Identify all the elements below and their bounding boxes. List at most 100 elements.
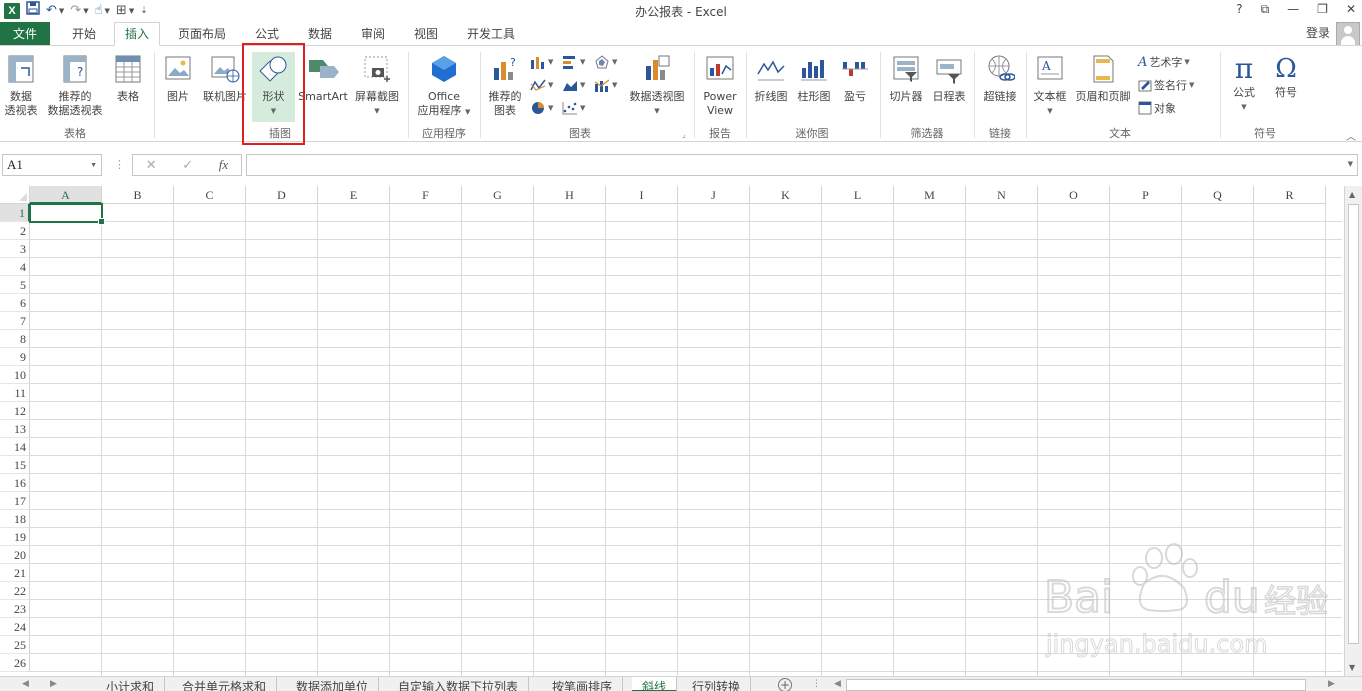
- horizontal-scrollbar[interactable]: ◀ ▶: [832, 679, 1342, 691]
- column-header-l[interactable]: L: [822, 186, 894, 204]
- scatter-chart-menu[interactable]: ▼: [562, 101, 585, 115]
- row-header-23[interactable]: 23: [0, 600, 30, 618]
- picture-button[interactable]: 图片: [160, 54, 196, 104]
- charts-dialog-launcher-icon[interactable]: ⌟: [682, 130, 686, 139]
- minimize-icon[interactable]: —: [1287, 2, 1299, 17]
- tab-insert[interactable]: 插入: [114, 22, 160, 46]
- scroll-down-icon[interactable]: ▼: [1349, 663, 1355, 672]
- recommended-charts-button[interactable]: ? 推荐的 图表: [484, 54, 526, 118]
- power-view-button[interactable]: Power View: [698, 54, 742, 118]
- row-header-12[interactable]: 12: [0, 402, 30, 420]
- column-header-j[interactable]: J: [678, 186, 750, 204]
- row-header-26[interactable]: 26: [0, 654, 30, 672]
- column-header-h[interactable]: H: [534, 186, 606, 204]
- object-button[interactable]: 对象: [1138, 100, 1176, 116]
- line-chart-menu[interactable]: ▼: [530, 78, 553, 92]
- column-header-e[interactable]: E: [318, 186, 390, 204]
- tab-developer[interactable]: 开发工具: [458, 22, 524, 46]
- symbol-button[interactable]: Ω 符号: [1266, 54, 1306, 100]
- row-header-24[interactable]: 24: [0, 618, 30, 636]
- equation-button[interactable]: π 公式 ▼: [1224, 54, 1264, 114]
- row-header-22[interactable]: 22: [0, 582, 30, 600]
- horizontal-scroll-thumb[interactable]: [846, 679, 1306, 691]
- row-header-4[interactable]: 4: [0, 258, 30, 276]
- column-chart-menu[interactable]: ▼: [530, 55, 553, 69]
- sheet-tab[interactable]: 数据添加单位: [286, 677, 380, 691]
- expand-formula-bar-icon[interactable]: ▼: [1348, 160, 1353, 168]
- sparkline-column-button[interactable]: 柱形图: [794, 54, 834, 104]
- tab-home[interactable]: 开始: [60, 22, 108, 46]
- row-header-2[interactable]: 2: [0, 222, 30, 240]
- row-header-5[interactable]: 5: [0, 276, 30, 294]
- row-header-13[interactable]: 13: [0, 420, 30, 438]
- sheet-tab[interactable]: 行列转换: [682, 677, 752, 691]
- select-all-button[interactable]: [0, 186, 30, 204]
- tab-split-grip-icon[interactable]: ⋮: [812, 679, 821, 689]
- scroll-right-icon[interactable]: ▶: [1328, 679, 1335, 689]
- active-cell-a1[interactable]: [29, 203, 105, 225]
- sparkline-line-button[interactable]: 折线图: [750, 54, 792, 104]
- tab-review[interactable]: 审阅: [350, 22, 396, 46]
- radar-chart-menu[interactable]: ▼: [594, 55, 617, 69]
- column-header-d[interactable]: D: [246, 186, 318, 204]
- row-header-14[interactable]: 14: [0, 438, 30, 456]
- bar-chart-menu[interactable]: ▼: [562, 55, 585, 69]
- header-footer-button[interactable]: 页眉和页脚: [1072, 54, 1134, 104]
- pie-chart-menu[interactable]: ▼: [530, 101, 553, 115]
- recommended-pivot-button[interactable]: ? 推荐的 数据透视表: [42, 54, 108, 118]
- sparkline-winloss-button[interactable]: 盈亏: [838, 54, 872, 104]
- area-chart-menu[interactable]: ▼: [562, 78, 585, 92]
- column-header-f[interactable]: F: [390, 186, 462, 204]
- row-header-16[interactable]: 16: [0, 474, 30, 492]
- sheet-next-icon[interactable]: ▶: [50, 679, 57, 689]
- column-header-m[interactable]: M: [894, 186, 966, 204]
- hyperlink-button[interactable]: 超链接: [978, 54, 1022, 104]
- ribbon-display-options-icon[interactable]: ⧉: [1261, 2, 1270, 17]
- row-header-17[interactable]: 17: [0, 492, 30, 510]
- formula-input[interactable]: ▼: [246, 154, 1358, 176]
- table-button[interactable]: 表格: [110, 54, 146, 104]
- office-apps-button[interactable]: Office 应用程序 ▼: [412, 54, 476, 119]
- row-header-3[interactable]: 3: [0, 240, 30, 258]
- row-header-11[interactable]: 11: [0, 384, 30, 402]
- vertical-scroll-thumb[interactable]: [1348, 204, 1359, 644]
- sheet-prev-icon[interactable]: ◀: [22, 679, 29, 689]
- signature-line-button[interactable]: 签名行 ▼: [1138, 77, 1194, 93]
- collapse-ribbon-icon[interactable]: ︿: [1346, 128, 1356, 143]
- sign-in-link[interactable]: 登录: [1306, 22, 1330, 44]
- avatar[interactable]: [1336, 22, 1360, 46]
- formula-bar-grip-icon[interactable]: ⋮: [114, 158, 125, 171]
- sheet-tab[interactable]: 小计求和: [96, 677, 166, 691]
- row-header-6[interactable]: 6: [0, 294, 30, 312]
- sheet-tab-active[interactable]: 斜线: [632, 677, 678, 691]
- tab-page-layout[interactable]: 页面布局: [168, 22, 236, 46]
- row-header-8[interactable]: 8: [0, 330, 30, 348]
- tab-view[interactable]: 视图: [404, 22, 448, 46]
- column-header-c[interactable]: C: [174, 186, 246, 204]
- column-header-r[interactable]: R: [1254, 186, 1326, 204]
- column-header-i[interactable]: I: [606, 186, 678, 204]
- slicer-button[interactable]: 切片器: [884, 54, 928, 104]
- row-header-7[interactable]: 7: [0, 312, 30, 330]
- row-header-25[interactable]: 25: [0, 636, 30, 654]
- enter-icon[interactable]: ✓: [182, 158, 193, 173]
- vertical-scrollbar[interactable]: ▲ ▼: [1344, 186, 1362, 676]
- column-header-g[interactable]: G: [462, 186, 534, 204]
- sheet-tab[interactable]: 合并单元格求和: [172, 677, 278, 691]
- sheet-tab[interactable]: 按笔画排序: [542, 677, 624, 691]
- restore-icon[interactable]: ❐: [1317, 2, 1328, 17]
- row-header-1[interactable]: 1: [0, 204, 30, 222]
- row-header-21[interactable]: 21: [0, 564, 30, 582]
- cancel-icon[interactable]: ✕: [146, 158, 157, 173]
- row-header-15[interactable]: 15: [0, 456, 30, 474]
- pivot-chart-button[interactable]: 数据透视图 ▼: [626, 54, 688, 118]
- screenshot-button[interactable]: 屏幕截图 ▼: [352, 54, 402, 118]
- column-header-b[interactable]: B: [102, 186, 174, 204]
- close-icon[interactable]: ✕: [1346, 2, 1356, 17]
- column-header-q[interactable]: Q: [1182, 186, 1254, 204]
- row-header-10[interactable]: 10: [0, 366, 30, 384]
- combo-chart-menu[interactable]: ▼: [594, 78, 617, 92]
- column-header-a[interactable]: A: [30, 186, 102, 204]
- column-header-k[interactable]: K: [750, 186, 822, 204]
- column-header-p[interactable]: P: [1110, 186, 1182, 204]
